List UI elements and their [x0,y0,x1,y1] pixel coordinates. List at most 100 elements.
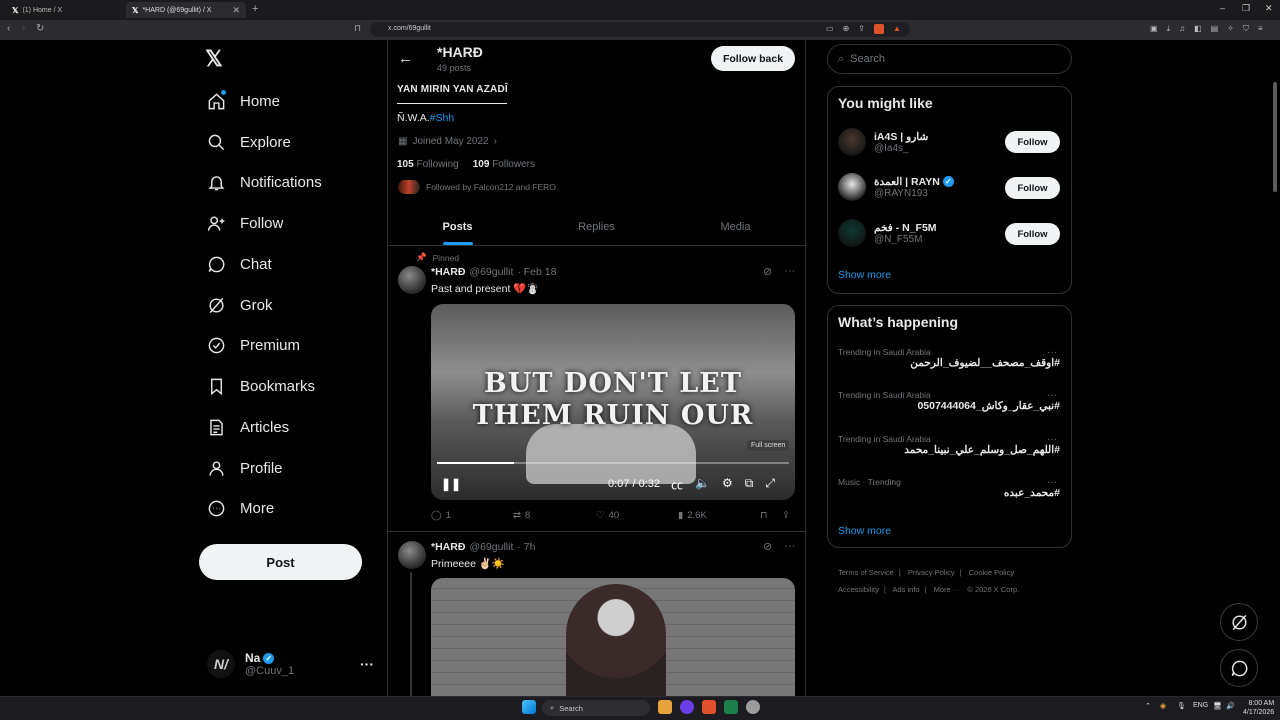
grok-fab-button[interactable] [1220,603,1258,641]
close-window-button[interactable]: ✕ [1265,3,1273,14]
chat-fab-button[interactable] [1220,649,1258,687]
reply-button[interactable]: ◯ 1 [431,510,451,521]
nav-item-articles[interactable]: Articles [206,412,289,442]
suggested-user[interactable]: فخم - N_F5M @N_F55M Follow [838,219,1063,247]
downloads-icon[interactable]: ⤓ [1167,24,1171,34]
browser-tab-profile[interactable]: 𝕏 *HARD (@69gullit) / X ✕ [126,2,246,18]
forward-nav-icon[interactable]: › [22,23,25,34]
grok-icon[interactable]: ⊘ [763,540,772,553]
brave-shield-icon[interactable] [873,24,884,34]
zoom-icon[interactable]: ⊕ [843,24,850,34]
extensions-icon[interactable]: ✧ [1227,24,1234,34]
account-switcher[interactable]: N/ Na ✓ @Cuuv_1 [207,650,294,678]
follow-back-button[interactable]: Follow back [711,46,795,71]
music-icon[interactable]: ♫ [1179,24,1185,34]
tray-network-icon[interactable]: 🖥 [1213,702,1222,710]
footer-more-link[interactable]: More ··· [934,585,961,594]
menu-icon[interactable]: ≡ [1258,24,1263,34]
browser-tab-home[interactable]: 𝕏 (1) Home / X [6,2,124,18]
trend-item[interactable]: Trending in Saudi Arabia #اوقف_مصحف__لضي… [838,347,1063,369]
more-icon[interactable]: ··· [784,540,795,553]
followed-by[interactable]: Followed by Falcon212 and FERO [398,180,556,194]
footer-accessibility-link[interactable]: Accessibility [838,585,879,594]
settings-gear-icon[interactable]: ⚙ [722,476,733,493]
file-explorer-icon[interactable] [658,700,672,714]
tray-clock[interactable]: 8:00 AM 4/17/2026 [1243,699,1274,717]
tweet-video[interactable]: BUT DON'T LET THEM RUIN OUR Full screen … [431,304,795,500]
picture-in-picture-icon[interactable]: ⧉ [745,476,754,493]
trend-item[interactable]: Music · Trending #محمد_عبده ··· [838,477,1063,499]
tweet-time[interactable]: · 7h [517,541,535,553]
vpn-icon[interactable]: ⛉ [1243,24,1249,34]
back-arrow-icon[interactable]: ← [398,50,413,67]
hashtag-link[interactable]: #Shh [430,112,455,124]
share-icon[interactable]: ⇪ [858,24,865,34]
trend-item[interactable]: Trending in Saudi Arabia #اللهم_صل_وسلم_… [838,434,1063,456]
tray-language[interactable]: ENG [1193,702,1208,709]
suggested-user[interactable]: العمدة | RAYN ✓ @RAYN193 Follow [838,173,1063,201]
follow-button[interactable]: Follow [1005,223,1060,245]
account-more-icon[interactable]: ··· [360,656,374,672]
x-logo[interactable]: 𝕏 [205,46,223,72]
nav-item-bookmarks[interactable]: Bookmarks [206,371,315,401]
like-button[interactable]: ♡ 40 [596,510,619,521]
nav-item-chat[interactable]: Chat [206,249,272,279]
trend-more-icon[interactable]: ··· [1047,347,1057,358]
trend-item[interactable]: Trending in Saudi Arabia #نبي_عقار_وكاش_… [838,390,1063,412]
sidebar-icon[interactable]: ▣ [1150,24,1158,34]
nav-item-notifications[interactable]: Notifications [206,167,322,197]
steam-icon[interactable] [746,700,760,714]
taskbar-search[interactable]: ⌕ Search [542,700,650,716]
video-progress-bar[interactable] [437,462,789,464]
follow-button[interactable]: Follow [1005,177,1060,199]
nav-item-explore[interactable]: Explore [206,127,291,157]
tray-mic-icon[interactable]: 🎙 [1177,702,1186,710]
captions-icon[interactable]: ㏄ [671,476,683,493]
windows-start-icon[interactable] [522,700,536,714]
tab-media[interactable]: Media [666,208,805,245]
trend-more-icon[interactable]: ··· [1047,390,1057,401]
nav-item-premium[interactable]: Premium [206,330,300,360]
tweet-author-name[interactable]: *HARĐ [431,541,465,553]
following-link[interactable]: 105 Following [397,159,459,170]
footer-cookie-link[interactable]: Cookie Policy [969,568,1014,577]
footer-ads-link[interactable]: Ads info [892,585,919,594]
tab-replies[interactable]: Replies [527,208,666,245]
tweet-image[interactable] [431,578,795,696]
trends-show-more[interactable]: Show more [838,525,891,537]
trend-more-icon[interactable]: ··· [1047,477,1057,488]
nav-item-grok[interactable]: Grok [206,290,273,320]
nav-item-home[interactable]: Home [206,86,280,116]
footer-terms-link[interactable]: Terms of Service [838,568,894,577]
views-button[interactable]: ▮ 2.6K [678,510,707,521]
tab-posts[interactable]: Posts [388,208,527,245]
page-scrollbar[interactable] [1272,42,1278,694]
avatar[interactable] [398,266,426,294]
followers-link[interactable]: 109 Followers [473,159,535,170]
brave-browser-icon[interactable] [702,700,716,714]
bookmark-button[interactable]: ⊓ [760,510,767,521]
follow-button[interactable]: Follow [1005,131,1060,153]
tweet-author-name[interactable]: *HARĐ [431,266,465,278]
tray-app-icon[interactable]: ◉ [1160,702,1166,710]
nav-item-profile[interactable]: Profile [206,453,283,483]
scrollbar-thumb[interactable] [1273,82,1277,192]
nav-item-more[interactable]: More [206,493,274,523]
joined-date[interactable]: ▦ Joined May 2022 › [398,136,497,147]
minimize-button[interactable]: – [1220,3,1225,13]
post-button[interactable]: Post [199,544,362,580]
more-icon[interactable]: ··· [784,265,795,278]
search-input[interactable]: ⌕ Search [827,44,1072,74]
share-button[interactable]: ⇪ [782,510,790,521]
repost-button[interactable]: ⇄ 8 [513,510,530,521]
tweet-time[interactable]: · Feb 18 [517,266,556,278]
brave-rewards-icon[interactable]: ▲ [893,24,901,34]
trend-more-icon[interactable]: ··· [1047,434,1057,445]
tab-close-icon[interactable]: ✕ [232,5,240,16]
who-to-follow-show-more[interactable]: Show more [838,269,891,281]
back-nav-icon[interactable]: ‹ [7,23,10,34]
panel-icon[interactable]: ◧ [1194,24,1202,34]
xbox-icon[interactable] [724,700,738,714]
maximize-button[interactable]: ❐ [1242,3,1250,14]
footer-privacy-link[interactable]: Privacy Policy [908,568,955,577]
